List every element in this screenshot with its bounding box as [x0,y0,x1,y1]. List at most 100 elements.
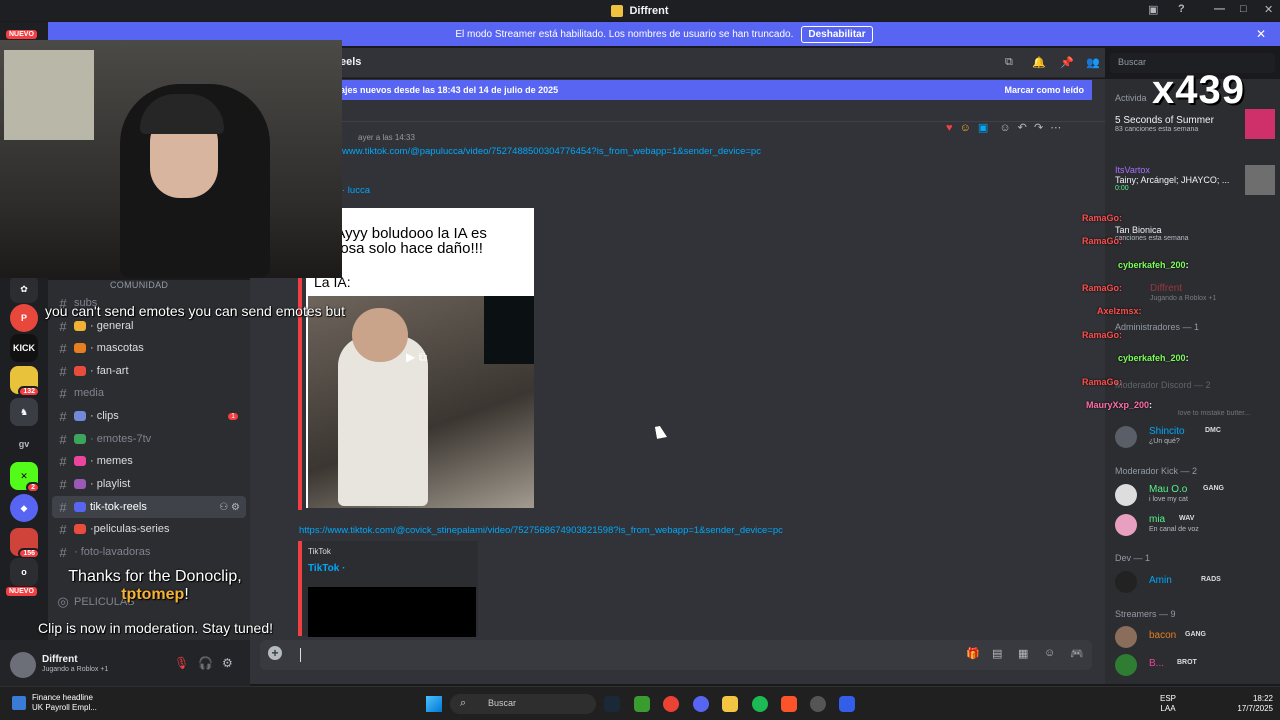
gift-icon[interactable]: 🎁 [966,647,980,660]
hash-icon: # [59,385,67,401]
app-icon[interactable] [839,696,855,712]
disable-streamer-mode-button[interactable]: Deshabilitar [801,25,873,43]
minecraft-icon[interactable] [634,696,650,712]
channel-emoji-icon [74,366,86,376]
member-item[interactable]: B... BROT [1115,652,1275,678]
member-item[interactable]: Amin RADS [1115,569,1275,595]
embed-title[interactable]: TikTok · [308,563,345,574]
close-icon[interactable]: ✕ [1256,27,1266,41]
message-composer[interactable]: + 🎁 ▤ ▦ ☺ 🎮 [260,640,1092,670]
server-icon[interactable]: o [10,558,38,586]
message-link[interactable]: https://www.tiktok.com/@covick_stinepala… [299,525,783,536]
channel-playlist[interactable]: # · playlist [52,473,246,495]
new-messages-text: ajes nuevos desde las 18:43 del 14 de ju… [340,85,559,95]
member-list-icon[interactable]: 👥 [1086,56,1100,69]
server-icon[interactable]: ◆ [10,494,38,522]
server-icon[interactable]: 132 [10,366,40,397]
username: Diffrent [42,654,78,665]
embed-author[interactable]: · lucca [342,185,370,196]
activity-card[interactable]: ItsVartox Tainy; Arcángel; JHAYCO; ... 0… [1115,165,1275,195]
channel-foto-lavadoras[interactable]: # · foto-lavadoras [52,541,246,563]
channel-emoji-icon [74,434,86,444]
server-icon[interactable]: ♞ [10,398,38,426]
tiktok-embed[interactable]: TikTok TikTok · [302,541,478,637]
minimize-icon[interactable]: — [1214,3,1225,15]
apps-icon[interactable]: 🎮 [1070,647,1084,660]
reply-icon[interactable]: ↶ [1018,122,1027,134]
group-header: Streamers — 9 [1115,609,1176,619]
emoji-picker-icon[interactable]: ☺ [1044,647,1055,659]
server-icon[interactable]: ✿ [10,275,38,303]
pin-icon[interactable]: 📌 [1060,56,1074,69]
hash-icon: # [59,521,67,537]
member-item[interactable]: mia WAV En canal de voz [1115,512,1275,538]
settings-gear-icon[interactable]: ⚙ [222,656,233,670]
activity-card[interactable]: 5 Seconds of Summer 83 canciones esta se… [1115,109,1275,139]
bell-icon[interactable]: 🔔 [1032,56,1046,69]
discord-icon[interactable] [693,696,709,712]
news-widget-icon[interactable] [12,696,26,710]
taskbar-search[interactable]: ⌕ Buscar [450,694,596,714]
steam-icon[interactable] [604,696,620,712]
server-icon[interactable]: P [10,304,38,332]
member-item[interactable]: bacon GANG [1115,624,1275,650]
avatar[interactable] [10,652,36,678]
help-icon[interactable]: ? [1178,3,1185,15]
channel-clips[interactable]: # · clips 1 [52,405,246,427]
file-explorer-icon[interactable] [722,696,738,712]
new-badge: NUEVO [6,587,37,596]
chrome-icon[interactable] [663,696,679,712]
new-messages-bar[interactable]: ajes nuevos desde las 18:43 del 14 de ju… [340,80,1092,100]
spotify-icon[interactable] [752,696,768,712]
sticker-icon[interactable]: ▦ [1018,647,1028,660]
moderation-notice: Clip is now in moderation. Stay tuned! [38,620,274,636]
category-header[interactable]: COMUNIDAD [110,280,168,290]
guild-tag: BROT [1177,659,1197,666]
mark-as-read-button[interactable]: Marcar como leído [1004,85,1084,95]
search-icon: ⌕ [460,697,467,709]
channel-emoji-icon [74,411,86,421]
play-icon[interactable]: ▶ ⧉ [406,350,427,365]
avatar [1115,626,1137,648]
mute-mic-icon[interactable]: 🎙 [174,656,189,670]
reaction-icon[interactable]: ▣ [978,122,988,134]
brave-icon[interactable] [781,696,797,712]
channel-emotes-7tv[interactable]: # · emotes-7tv [52,428,246,450]
server-icon[interactable]: ✕ 2 [10,462,40,493]
gif-icon[interactable]: ▤ [992,647,1002,660]
guild-tag: RADS [1201,576,1221,583]
news-widget[interactable]: Finance headline UK Payroll Empl... [32,693,97,713]
threads-icon[interactable]: ⧉ [1005,56,1013,69]
deafen-icon[interactable]: 🎧 [198,656,213,670]
member-item[interactable]: Mau O.o GANG i love my cat [1115,482,1275,508]
heart-reaction-icon[interactable]: ♥ [946,122,953,134]
attach-plus-icon[interactable]: + [268,646,282,660]
inbox-icon[interactable]: ▣ [1148,3,1158,16]
add-reaction-icon[interactable]: ☺ [999,122,1010,134]
language-indicator[interactable]: ESP LAA [1160,694,1176,714]
add-member-icon[interactable]: ⚇ ⚙ [219,502,240,513]
server-icon[interactable]: gv [10,430,38,458]
member-item[interactable]: Shincito DMC ¿Un qué? [1115,424,1275,450]
maximize-icon[interactable]: □ [1240,3,1247,15]
video-thumbnail[interactable] [308,587,476,637]
channel-fan-art[interactable]: # · fan-art [52,360,246,382]
channel-mascotas[interactable]: # · mascotas [52,337,246,359]
stream-chat-line: RamaGo: [1082,236,1123,246]
app-icon[interactable] [810,696,826,712]
forward-icon[interactable]: ↷ [1034,122,1043,134]
message-timestamp: ayer a las 14:33 [358,133,415,142]
more-options-icon[interactable]: ⋯ [1050,122,1061,134]
channel-peliculas-series[interactable]: # ·peliculas-series [52,518,246,540]
emoji-reaction-icon[interactable]: ☺ [960,122,971,134]
server-kick-icon[interactable]: KICK [10,334,38,362]
channel-media[interactable]: # media [52,382,246,404]
server-icon[interactable]: 156 [10,528,40,559]
channel-memes[interactable]: # · memes [52,450,246,472]
start-button-icon[interactable] [426,696,442,712]
channel-tik-tok-reels[interactable]: # tik-tok-reels ⚇ ⚙ [52,496,246,518]
system-clock[interactable]: 18:22 17/7/2025 [1225,694,1273,714]
activity-card[interactable]: Tan Bionica canciones esta semana [1115,225,1275,242]
message-link[interactable]: www.tiktok.com/@papulucca/video/75274885… [342,146,761,157]
close-window-icon[interactable]: ✕ [1264,3,1273,16]
